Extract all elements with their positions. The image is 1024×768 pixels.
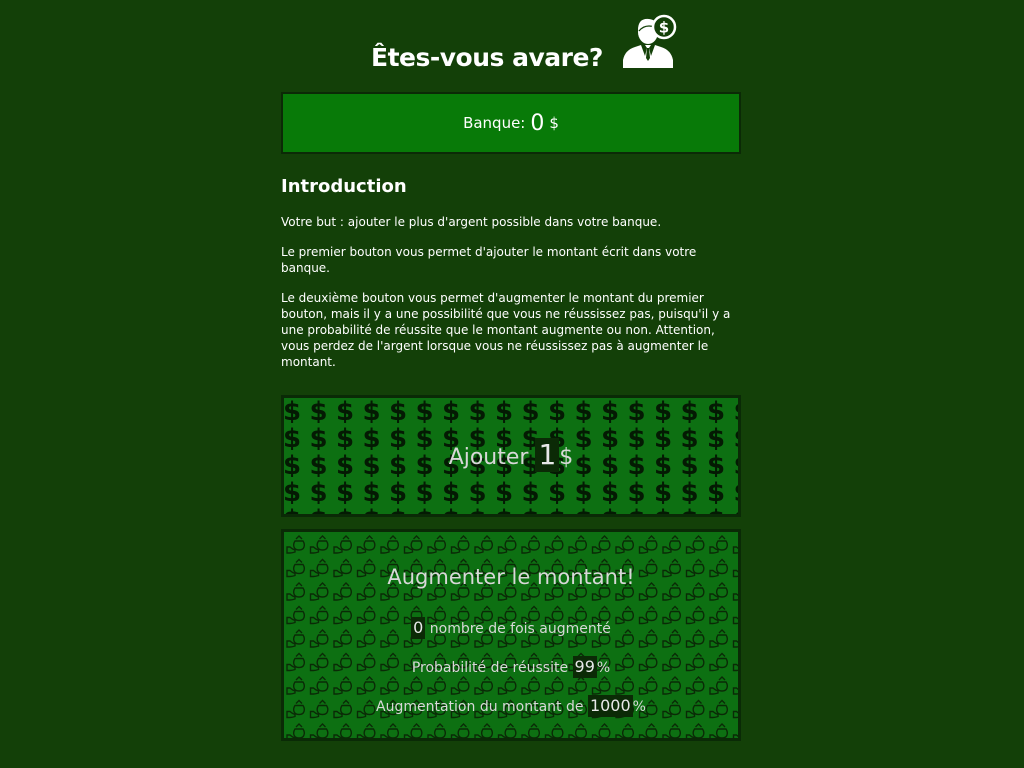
times-increased-label: nombre de fois augmenté [429, 621, 611, 637]
header: Êtes-vous avare? $ [281, 0, 741, 92]
introduction-heading: Introduction [281, 176, 407, 197]
add-money-button[interactable]: $ Ajouter 1$ [281, 395, 741, 517]
increase-percent-label: Augmentation du montant de [376, 699, 584, 715]
times-increased-line: 0 nombre de fois augmenté [284, 617, 738, 640]
increase-percent-unit: % [632, 699, 646, 715]
add-label: Ajouter [448, 445, 529, 470]
times-increased-value: 0 [411, 617, 426, 639]
intro-paragraph-1: Votre but : ajouter le plus d'argent pos… [281, 215, 662, 229]
success-probability-label: Probabilité de réussite [411, 660, 569, 676]
intro-paragraph-3: Le deuxième bouton vous permet d'augment… [281, 291, 731, 369]
success-probability-value: 99 [572, 656, 597, 678]
add-button-content: Ajouter 1 $ [284, 398, 738, 514]
intro-paragraph-2: Le premier bouton vous permet d'ajouter … [281, 245, 697, 275]
introduction-section: Introduction Votre but : ajouter le plus… [281, 174, 741, 369]
svg-text:$: $ [659, 19, 669, 37]
increase-amount-button[interactable]: Augmenter le montant! 0 nombre de fois a… [281, 529, 741, 741]
bank-currency: $ [549, 114, 559, 132]
bank-display: Banque: 0 $ [281, 92, 741, 154]
increase-percent-value: 1000 [587, 695, 633, 717]
add-currency: $ [559, 445, 574, 470]
increase-button-content: Augmenter le montant! 0 nombre de fois a… [284, 532, 738, 738]
success-probability-line: Probabilité de réussite 99% [284, 656, 738, 679]
increase-title: Augmenter le montant! [387, 565, 635, 589]
page-title: Êtes-vous avare? [371, 43, 603, 72]
add-label-line: Ajouter 1 $ [284, 438, 738, 475]
bank-value: 0 [530, 110, 545, 136]
app-container: Êtes-vous avare? $ Banque: 0 $ Introduct… [281, 0, 741, 741]
success-probability-unit: % [596, 660, 611, 676]
add-amount: 1 [535, 438, 560, 472]
bank-label: Banque: [463, 114, 526, 132]
increase-percent-line: Augmentation du montant de 1000% [284, 695, 738, 718]
businessman-dollar-icon: $ [623, 14, 677, 68]
